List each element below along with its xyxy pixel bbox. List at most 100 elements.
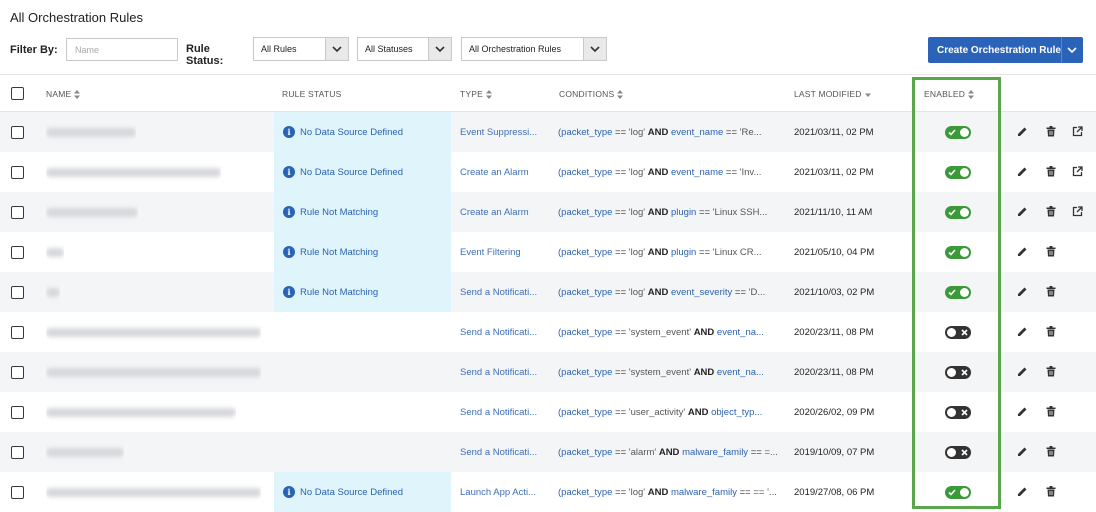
delete-icon[interactable] — [1044, 445, 1057, 458]
table-row[interactable]: i No Data Source Defined Create an Alarm (p… — [0, 152, 1096, 192]
row-checkbox[interactable] — [11, 125, 24, 139]
edit-icon[interactable] — [1016, 245, 1029, 258]
table-row[interactable]: Send a Notificati... (packet_type == 'ala… — [0, 432, 1096, 472]
create-button-label: Create Orchestration Rule — [937, 44, 1061, 56]
edit-icon[interactable] — [1016, 165, 1029, 178]
rule-conditions[interactable]: (packet_type == 'log' AND malware_family… — [558, 472, 783, 512]
delete-icon[interactable] — [1044, 405, 1057, 418]
info-icon: i — [283, 166, 295, 178]
row-checkbox[interactable] — [11, 205, 24, 219]
enabled-toggle[interactable] — [945, 445, 971, 459]
rule-type-link[interactable]: Event Suppressi... — [460, 127, 537, 138]
rule-status-text: No Data Source Defined — [300, 126, 403, 138]
external-link-icon[interactable] — [1071, 205, 1084, 218]
table-header: NAME RULE STATUS TYPE CONDITIONS LAST MO… — [0, 74, 1096, 112]
row-checkbox[interactable] — [11, 285, 24, 299]
edit-icon[interactable] — [1016, 405, 1029, 418]
column-header-name[interactable]: NAME — [46, 89, 81, 99]
sort-icon — [617, 89, 624, 99]
enabled-toggle[interactable] — [945, 125, 971, 139]
dropdown-toggle[interactable] — [325, 38, 348, 60]
delete-icon[interactable] — [1044, 125, 1057, 138]
row-checkbox[interactable] — [11, 165, 24, 179]
delete-icon[interactable] — [1044, 205, 1057, 218]
row-checkbox[interactable] — [11, 365, 24, 379]
delete-icon[interactable] — [1044, 245, 1057, 258]
delete-icon[interactable] — [1044, 325, 1057, 338]
page-title: All Orchestration Rules — [10, 10, 143, 25]
rule-type-link[interactable]: Send a Notificati... — [460, 327, 537, 338]
table-row[interactable]: i Rule Not Matching Send a Notificati... (p… — [0, 272, 1096, 312]
delete-icon[interactable] — [1044, 485, 1057, 498]
create-orchestration-rule-button[interactable]: Create Orchestration Rule — [928, 37, 1083, 63]
table-row[interactable]: i Rule Not Matching Event Filtering (packet… — [0, 232, 1096, 272]
enabled-toggle[interactable] — [945, 165, 971, 179]
sort-desc-icon — [864, 93, 871, 97]
dropdown-toggle[interactable] — [583, 38, 606, 60]
last-modified-date: 2021/11/10, 11 AM — [794, 206, 873, 218]
dropdown-toggle[interactable] — [428, 38, 451, 60]
rule-type-link[interactable]: Send a Notificati... — [460, 287, 537, 298]
external-link-icon[interactable] — [1071, 165, 1084, 178]
edit-icon[interactable] — [1016, 205, 1029, 218]
edit-icon[interactable] — [1016, 125, 1029, 138]
external-link-icon[interactable] — [1071, 125, 1084, 138]
enabled-toggle[interactable] — [945, 245, 971, 259]
delete-icon[interactable] — [1044, 165, 1057, 178]
delete-icon[interactable] — [1044, 285, 1057, 298]
name-filter-input[interactable] — [66, 38, 178, 61]
enabled-toggle[interactable] — [945, 325, 971, 339]
column-header-type[interactable]: TYPE — [460, 89, 493, 99]
rule-conditions[interactable]: (packet_type == 'log' AND event_name == … — [558, 112, 783, 152]
table-row[interactable]: Send a Notificati... (packet_type == 'use… — [0, 392, 1096, 432]
rule-conditions[interactable]: (packet_type == 'alarm' AND malware_fami… — [558, 432, 783, 472]
enabled-toggle[interactable] — [945, 285, 971, 299]
rule-type-link[interactable]: Event Filtering — [460, 247, 521, 258]
enabled-toggle[interactable] — [945, 365, 971, 379]
table-row[interactable]: Send a Notificati... (packet_type == 'sys… — [0, 352, 1096, 392]
rule-conditions[interactable]: (packet_type == 'system_event' AND event… — [558, 352, 783, 392]
rule-conditions[interactable]: (packet_type == 'log' AND plugin == 'Lin… — [558, 232, 783, 272]
rule-type-link[interactable]: Create an Alarm — [460, 207, 529, 218]
check-icon — [947, 288, 956, 297]
enabled-toggle[interactable] — [945, 405, 971, 419]
edit-icon[interactable] — [1016, 365, 1029, 378]
row-checkbox[interactable] — [11, 405, 24, 419]
rule-type-link[interactable]: Send a Notificati... — [460, 367, 537, 378]
delete-icon[interactable] — [1044, 365, 1057, 378]
column-header-last-modified[interactable]: LAST MODIFIED — [794, 89, 871, 99]
enabled-toggle[interactable] — [945, 205, 971, 219]
create-button-caret[interactable] — [1062, 46, 1083, 54]
rule-conditions[interactable]: (packet_type == 'log' AND event_name == … — [558, 152, 783, 192]
statuses-dropdown[interactable]: All Statuses — [357, 37, 452, 61]
table-row[interactable]: Send a Notificati... (packet_type == 'sys… — [0, 312, 1096, 352]
table-row[interactable]: i Rule Not Matching Create an Alarm (packet… — [0, 192, 1096, 232]
rule-type-link[interactable]: Launch App Acti... — [460, 487, 536, 498]
edit-icon[interactable] — [1016, 485, 1029, 498]
rule-type-link[interactable]: Send a Notificati... — [460, 407, 537, 418]
edit-icon[interactable] — [1016, 445, 1029, 458]
table-row[interactable]: i No Data Source Defined Launch App Acti..… — [0, 472, 1096, 512]
rule-type-link[interactable]: Create an Alarm — [460, 167, 529, 178]
rule-status-cell: i Rule Not Matching — [274, 192, 451, 232]
rule-conditions[interactable]: (packet_type == 'log' AND event_severity… — [558, 272, 783, 312]
rule-type-link[interactable]: Send a Notificati... — [460, 447, 537, 458]
rules-dropdown[interactable]: All Rules — [253, 37, 349, 61]
edit-icon[interactable] — [1016, 325, 1029, 338]
column-header-conditions[interactable]: CONDITIONS — [559, 89, 624, 99]
info-icon: i — [283, 246, 295, 258]
row-checkbox[interactable] — [11, 485, 24, 499]
sort-icon — [74, 89, 81, 99]
row-checkbox[interactable] — [11, 445, 24, 459]
column-header-enabled[interactable]: ENABLED — [924, 89, 975, 99]
select-all-checkbox[interactable] — [11, 87, 24, 100]
row-checkbox[interactable] — [11, 325, 24, 339]
table-row[interactable]: i No Data Source Defined Event Suppressi..… — [0, 112, 1096, 152]
rule-conditions[interactable]: (packet_type == 'system_event' AND event… — [558, 312, 783, 352]
orchestration-rules-dropdown[interactable]: All Orchestration Rules — [461, 37, 607, 61]
rule-conditions[interactable]: (packet_type == 'log' AND plugin == 'Lin… — [558, 192, 783, 232]
edit-icon[interactable] — [1016, 285, 1029, 298]
rule-conditions[interactable]: (packet_type == 'user_activity' AND obje… — [558, 392, 783, 432]
enabled-toggle[interactable] — [945, 485, 971, 499]
row-checkbox[interactable] — [11, 245, 24, 259]
